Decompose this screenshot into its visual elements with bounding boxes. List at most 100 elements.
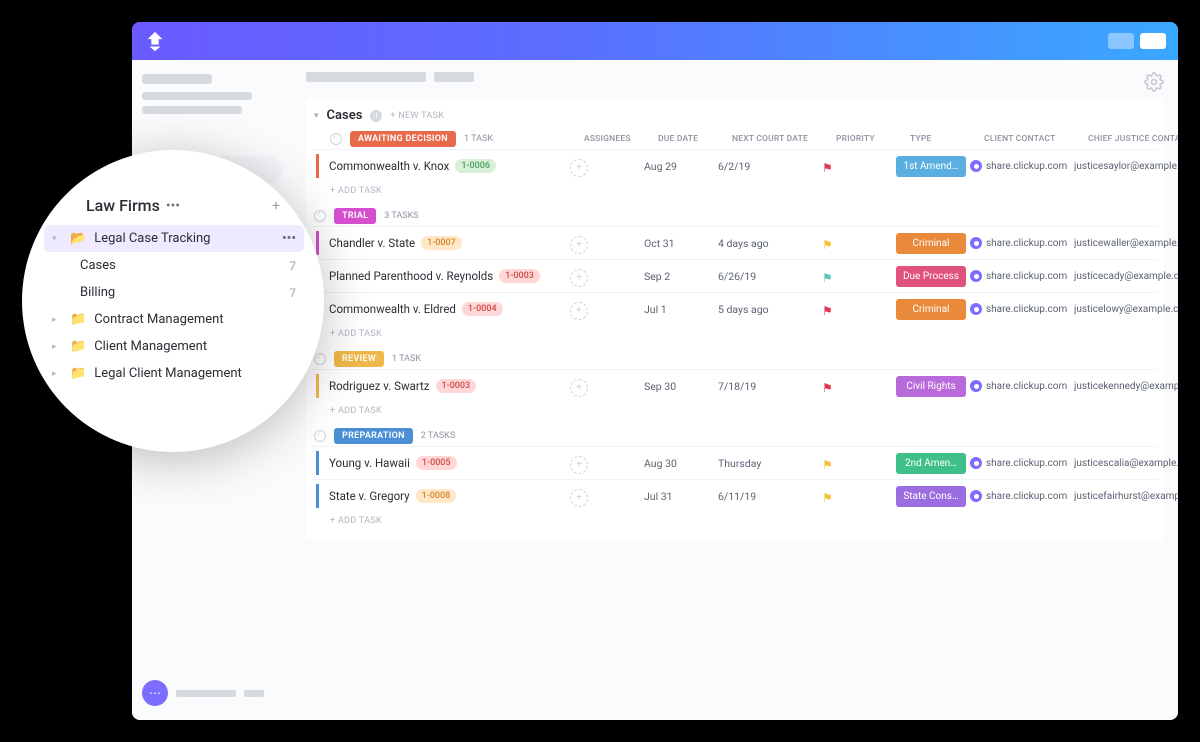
due-date-cell[interactable]: Jul 31	[644, 490, 714, 503]
add-task-button[interactable]: + ADD TASK	[312, 402, 1158, 422]
item-count: 7	[289, 286, 296, 300]
task-count: 1 TASK	[392, 354, 421, 364]
collapse-list-caret[interactable]: ▾	[314, 111, 319, 121]
task-row[interactable]: State v. Gregory 1-0008 + Jul 31 6/11/19…	[312, 479, 1158, 512]
status-toggle[interactable]	[314, 430, 326, 442]
task-row[interactable]: Commonwealth v. Knox 1-0006 + Aug 29 6/2…	[312, 149, 1158, 182]
next-court-cell[interactable]: Thursday	[718, 457, 818, 470]
add-task-button[interactable]: + ADD TASK	[312, 325, 1158, 345]
task-row[interactable]: Commonwealth v. Eldred 1-0004 + Jul 1 5 …	[312, 292, 1158, 325]
add-task-button[interactable]: + ADD TASK	[312, 182, 1158, 202]
next-court-cell[interactable]: 4 days ago	[718, 237, 818, 250]
chief-justice-cell[interactable]: justicescalia@example.com	[1074, 458, 1178, 469]
assignee-add-icon[interactable]: +	[570, 236, 588, 254]
client-contact-cell[interactable]: share.clickup.com	[970, 237, 1070, 249]
assignee-add-icon[interactable]: +	[570, 159, 588, 177]
next-court-cell[interactable]: 6/11/19	[718, 490, 818, 503]
task-name[interactable]: Commonwealth v. Knox	[329, 159, 449, 173]
next-court-cell[interactable]: 5 days ago	[718, 303, 818, 316]
client-contact-cell[interactable]: share.clickup.com	[970, 380, 1070, 392]
priority-flag-icon[interactable]: ⚑	[822, 271, 833, 285]
client-contact-cell[interactable]: share.clickup.com	[970, 303, 1070, 315]
chief-justice-cell[interactable]: justicecady@example.com	[1074, 271, 1178, 282]
status-pill[interactable]: REVIEW	[334, 351, 384, 367]
sidebar-folder-item[interactable]: ▸📁Client Management	[44, 333, 304, 360]
due-date-cell[interactable]: Sep 2	[644, 270, 714, 283]
header-control-1[interactable]	[1108, 33, 1134, 49]
type-badge[interactable]: 2nd Amen…	[896, 453, 966, 474]
assignee-add-icon[interactable]: +	[570, 379, 588, 397]
next-court-cell[interactable]: 7/18/19	[718, 380, 818, 393]
space-title[interactable]: Law Firms	[86, 196, 160, 215]
settings-icon[interactable]	[1144, 72, 1164, 92]
priority-flag-icon[interactable]: ⚑	[822, 238, 833, 252]
task-row[interactable]: Chandler v. State 1-0007 + Oct 31 4 days…	[312, 226, 1158, 259]
assignee-add-icon[interactable]: +	[570, 489, 588, 507]
sidebar-folder-item[interactable]: ▾📂Legal Case Tracking•••	[44, 225, 304, 252]
due-date-cell[interactable]: Sep 30	[644, 380, 714, 393]
status-pill[interactable]: TRIAL	[334, 208, 376, 224]
status-pill[interactable]: PREPARATION	[334, 428, 413, 444]
type-badge[interactable]: Criminal	[896, 233, 966, 254]
column-header-type: TYPE	[910, 134, 980, 144]
type-badge[interactable]: 1st Amend…	[896, 156, 966, 177]
priority-flag-icon[interactable]: ⚑	[822, 304, 833, 318]
column-header-next-court: NEXT COURT DATE	[732, 134, 832, 144]
task-name[interactable]: Commonwealth v. Eldred	[329, 302, 456, 316]
due-date-cell[interactable]: Aug 29	[644, 160, 714, 173]
new-task-button[interactable]: + NEW TASK	[390, 111, 444, 121]
client-contact-cell[interactable]: share.clickup.com	[970, 160, 1070, 172]
client-contact-cell[interactable]: share.clickup.com	[970, 490, 1070, 502]
chevron-right-icon: ▸	[52, 315, 62, 325]
sidebar-item-label: Cases	[80, 258, 116, 273]
sidebar-list-item[interactable]: Billing7	[44, 279, 304, 306]
chief-justice-cell[interactable]: justicekennedy@example.com	[1074, 381, 1178, 392]
space-more-icon[interactable]: •••	[166, 199, 180, 213]
add-task-button[interactable]: + ADD TASK	[312, 512, 1158, 532]
chief-justice-cell[interactable]: justicesaylor@example.com	[1074, 161, 1178, 172]
chat-button[interactable]: ⋯	[142, 680, 168, 706]
task-name[interactable]: Rodriguez v. Swartz	[329, 379, 430, 393]
task-name[interactable]: Young v. Hawaii	[329, 456, 410, 470]
client-contact-cell[interactable]: share.clickup.com	[970, 457, 1070, 469]
assignee-add-icon[interactable]: +	[570, 456, 588, 474]
type-badge[interactable]: Civil Rights	[896, 376, 966, 397]
type-badge[interactable]: Criminal	[896, 299, 966, 320]
sidebar-list-item[interactable]: Cases7	[44, 252, 304, 279]
task-name[interactable]: Planned Parenthood v. Reynolds	[329, 269, 493, 283]
type-badge[interactable]: Due Process	[896, 266, 966, 287]
priority-flag-icon[interactable]: ⚑	[822, 458, 833, 472]
link-icon	[970, 270, 982, 282]
task-name[interactable]: Chandler v. State	[329, 236, 415, 250]
due-date-cell[interactable]: Oct 31	[644, 237, 714, 250]
next-court-cell[interactable]: 6/26/19	[718, 270, 818, 283]
priority-flag-icon[interactable]: ⚑	[822, 161, 833, 175]
header-control-2[interactable]	[1140, 33, 1166, 49]
task-row[interactable]: Young v. Hawaii 1-0005 + Aug 30 Thursday…	[312, 446, 1158, 479]
due-date-cell[interactable]: Aug 30	[644, 457, 714, 470]
chief-justice-cell[interactable]: justicefairhurst@example.com	[1074, 491, 1178, 502]
status-toggle[interactable]	[330, 133, 342, 145]
next-court-cell[interactable]: 6/2/19	[718, 160, 818, 173]
info-icon[interactable]: i	[370, 110, 382, 122]
task-name[interactable]: State v. Gregory	[329, 489, 410, 503]
chief-justice-cell[interactable]: justicewaller@example.com	[1074, 238, 1178, 249]
client-contact-cell[interactable]: share.clickup.com	[970, 270, 1070, 282]
assignee-add-icon[interactable]: +	[570, 269, 588, 287]
add-space-item-icon[interactable]: +	[272, 198, 280, 214]
sidebar-folder-item[interactable]: ▸📁Legal Client Management	[44, 360, 304, 387]
case-id-badge: 1-0005	[416, 456, 457, 470]
type-badge[interactable]: State Cons…	[896, 486, 966, 507]
priority-flag-icon[interactable]: ⚑	[822, 491, 833, 505]
item-more-icon[interactable]: •••	[282, 231, 296, 246]
chief-justice-cell[interactable]: justicelowy@example.com	[1074, 304, 1178, 315]
sidebar-folder-item[interactable]: ▸📁Contract Management	[44, 306, 304, 333]
status-toggle[interactable]	[314, 210, 326, 222]
task-row[interactable]: Rodriguez v. Swartz 1-0003 + Sep 30 7/18…	[312, 369, 1158, 402]
priority-flag-icon[interactable]: ⚑	[822, 381, 833, 395]
due-date-cell[interactable]: Jul 1	[644, 303, 714, 316]
assignee-add-icon[interactable]: +	[570, 302, 588, 320]
status-pill[interactable]: AWAITING DECISION	[350, 131, 456, 147]
status-toggle[interactable]	[314, 353, 326, 365]
task-row[interactable]: Planned Parenthood v. Reynolds 1-0003 + …	[312, 259, 1158, 292]
